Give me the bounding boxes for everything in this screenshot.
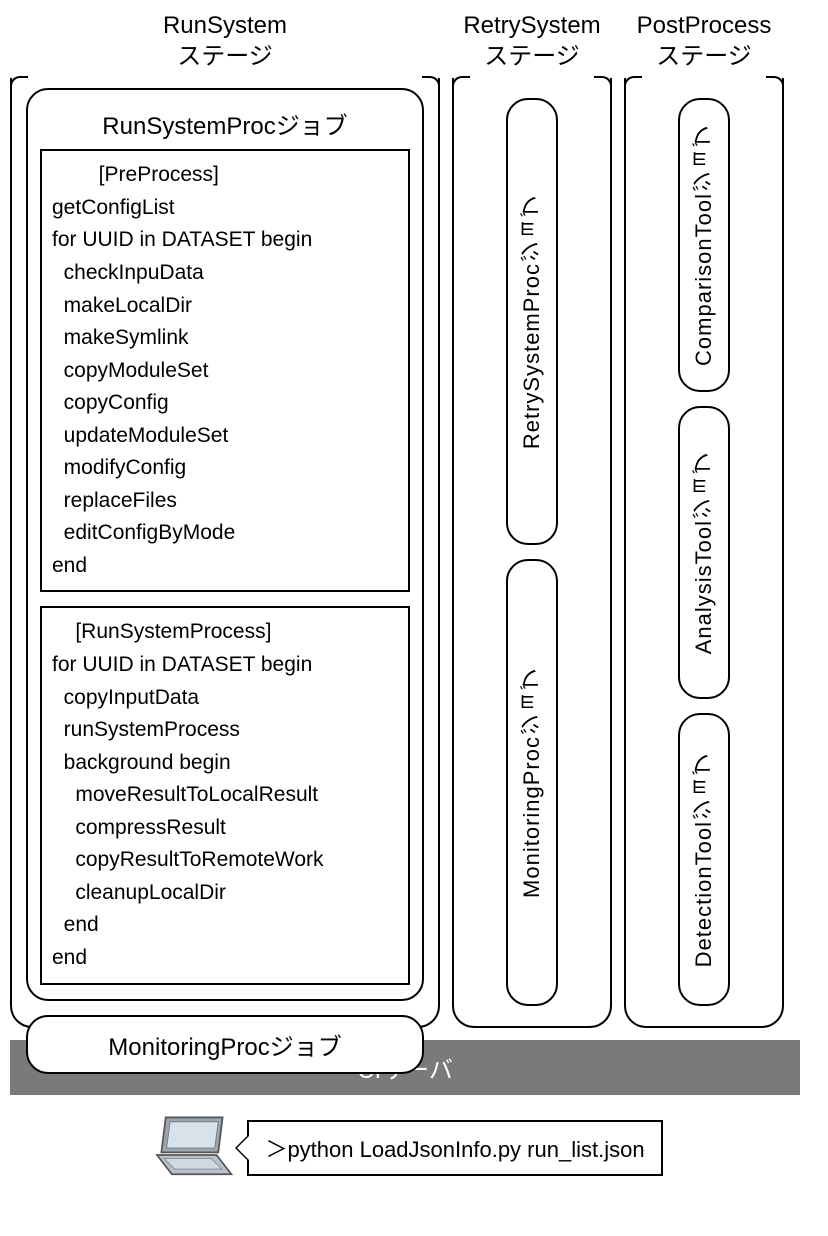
- job-retrysystemproc: RetrySystemProcジョブ: [506, 98, 558, 545]
- stage-title-line1: PostProcess: [637, 12, 772, 39]
- job-detectiontool: DetectionToolジョブ: [678, 713, 730, 1006]
- stage-title-line2: ステージ: [656, 43, 752, 70]
- stage-retrysystem: RetrySystem ステージ RetrySystemProcジョブ Moni…: [452, 10, 612, 1028]
- stage-bracket-retrysystem: RetrySystemProcジョブ MonitoringProcジョブ: [452, 78, 612, 1028]
- stage-title-line1: RunSystem: [163, 12, 287, 39]
- code-runsystemprocess: [RunSystemProcess] for UUID in DATASET b…: [40, 606, 410, 984]
- job-runsystemproc: RunSystemProcジョブ [PreProcess] getConfigL…: [26, 88, 424, 1000]
- job-label: RetrySystemProcジョブ: [516, 194, 548, 449]
- stage-title-postprocess: PostProcess ステージ: [637, 10, 772, 72]
- job-comparisontool: ComparisonToolジョブ: [678, 98, 730, 391]
- job-label: MonitoringProcジョブ: [516, 667, 548, 898]
- command-text: ＞python LoadJsonInfo.py run_list.json: [265, 1137, 644, 1162]
- job-label: MonitoringProcジョブ: [36, 1027, 414, 1062]
- stage-bracket-runsystem: RunSystemProcジョブ [PreProcess] getConfigL…: [10, 78, 440, 1028]
- bottom-row: ＞python LoadJsonInfo.py run_list.json: [10, 1113, 800, 1183]
- job-label: DetectionToolジョブ: [688, 752, 720, 967]
- stage-title-line1: RetrySystem: [463, 12, 600, 39]
- stage-title-runsystem: RunSystem ステージ: [163, 10, 287, 72]
- stage-title-retrysystem: RetrySystem ステージ: [463, 10, 600, 72]
- command-speech-bubble: ＞python LoadJsonInfo.py run_list.json: [247, 1120, 662, 1176]
- stage-runsystem: RunSystem ステージ RunSystemProcジョブ [PreProc…: [10, 10, 440, 1028]
- code-preprocess: [PreProcess] getConfigList for UUID in D…: [40, 149, 410, 592]
- stage-title-line2: ステージ: [177, 43, 273, 70]
- job-monitoringproc-run: MonitoringProcジョブ: [26, 1015, 424, 1074]
- job-analysistool: AnalysisToolジョブ: [678, 406, 730, 699]
- stage-bracket-postprocess: ComparisonToolジョブ AnalysisToolジョブ Detect…: [624, 78, 784, 1028]
- stage-title-line2: ステージ: [484, 43, 580, 70]
- job-label: AnalysisToolジョブ: [688, 451, 720, 654]
- stages-row: RunSystem ステージ RunSystemProcジョブ [PreProc…: [10, 10, 818, 1028]
- stage-postprocess: PostProcess ステージ ComparisonToolジョブ Analy…: [624, 10, 784, 1028]
- job-monitoringproc-retry: MonitoringProcジョブ: [506, 559, 558, 1006]
- job-title-runsystemproc: RunSystemProcジョブ: [40, 100, 410, 149]
- job-label: ComparisonToolジョブ: [688, 124, 720, 366]
